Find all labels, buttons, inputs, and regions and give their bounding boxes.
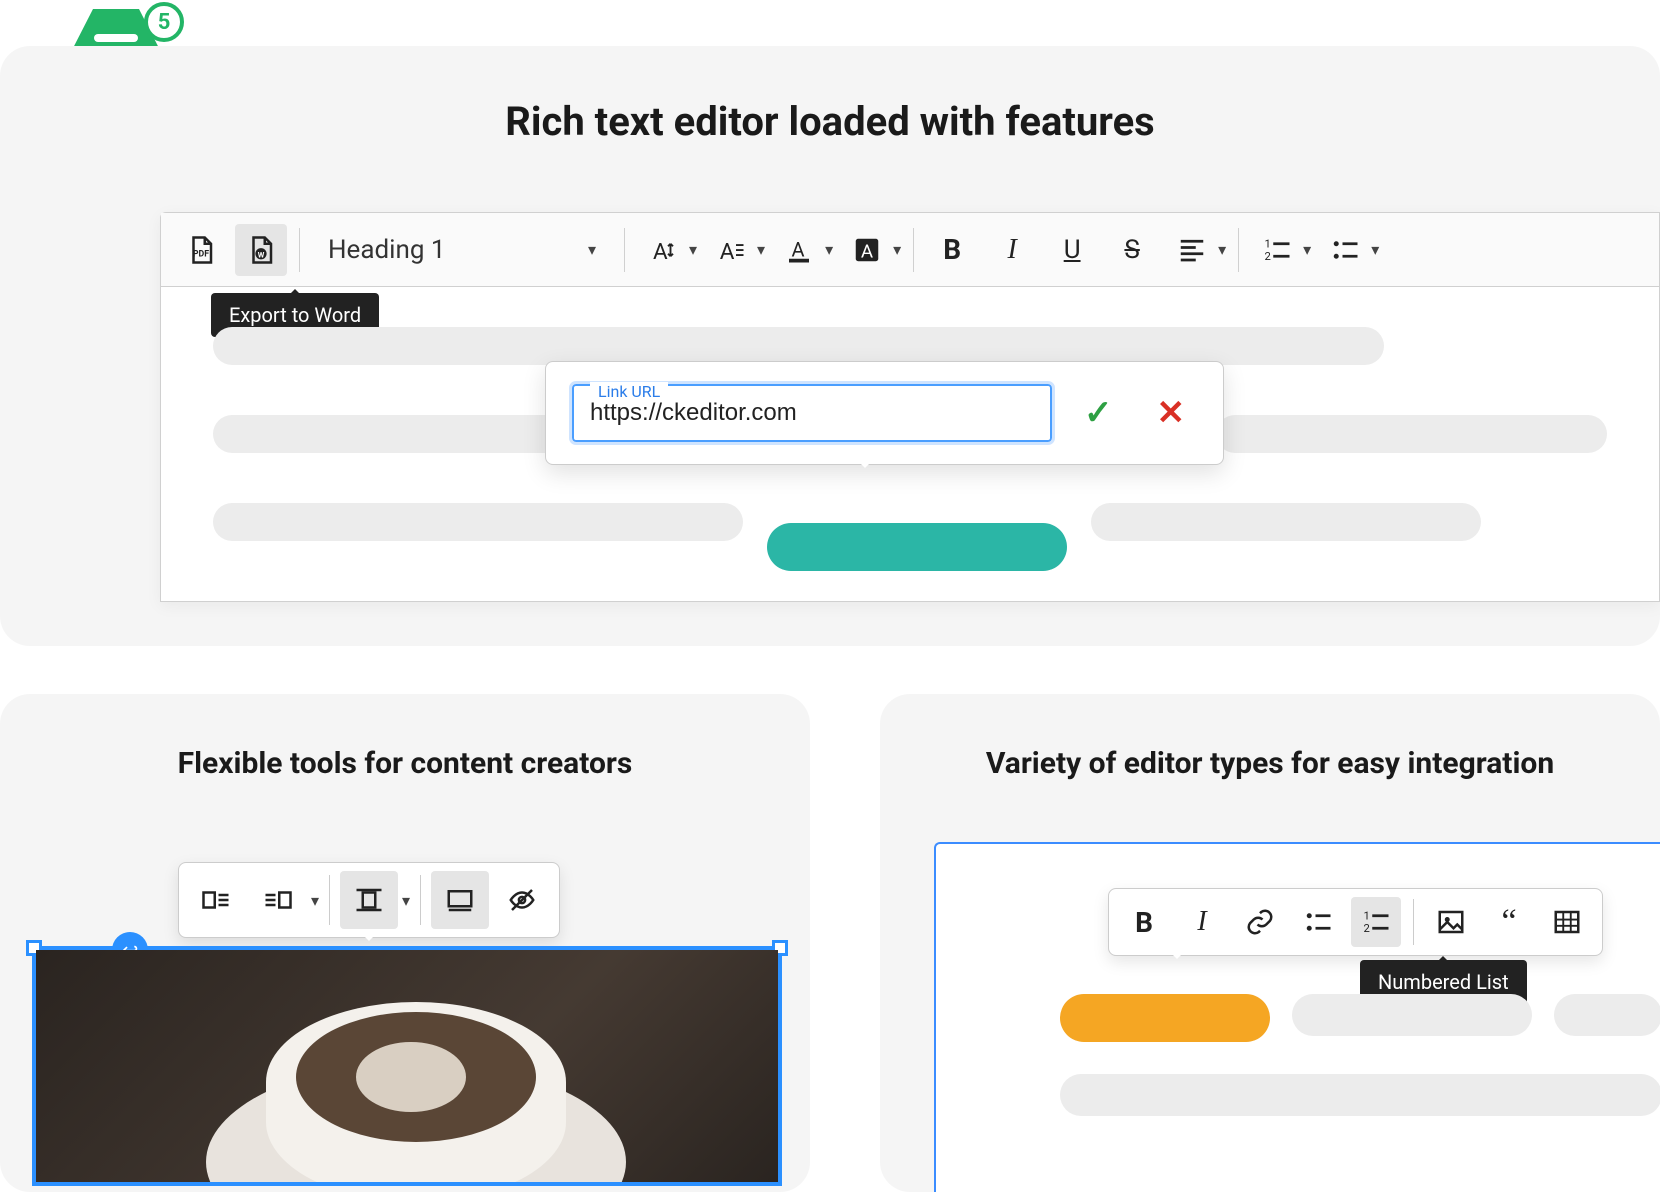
bullet-list-button[interactable] — [1319, 224, 1371, 276]
balloon-toolbar: B I 12 “ — [1108, 888, 1603, 956]
svg-text:1: 1 — [1265, 237, 1271, 250]
skeleton-line — [213, 327, 1384, 365]
pdf-icon: PDF — [186, 235, 216, 265]
full-width-button[interactable] — [431, 871, 489, 929]
eye-off-icon — [507, 885, 537, 915]
right-title: Variety of editor types for easy integra… — [880, 746, 1660, 781]
numbered-list-icon: 12 — [1361, 907, 1391, 937]
skeleton-line — [1091, 503, 1481, 541]
main-title: Rich text editor loaded with features — [0, 98, 1660, 145]
confirm-button[interactable]: ✓ — [1072, 393, 1125, 433]
image-toolbar: ▾ ▾ — [178, 862, 560, 938]
image-placeholder — [36, 950, 778, 1182]
numbered-list-icon: 12 — [1262, 235, 1292, 265]
editor-frame: PDF W Heading 1 ▾ A ▾ A ▾ A ▾ — [160, 212, 1660, 602]
chevron-down-icon[interactable]: ▾ — [402, 891, 410, 910]
chevron-down-icon: ▾ — [893, 240, 901, 259]
image-button[interactable] — [1426, 897, 1476, 947]
chevron-down-icon[interactable]: ▾ — [311, 891, 319, 910]
svg-text:2: 2 — [1364, 922, 1370, 935]
img-align-center-icon — [354, 885, 384, 915]
logo-badge: 5 — [144, 2, 184, 42]
font-size-icon: A — [648, 235, 678, 265]
chevron-down-icon: ▾ — [1303, 240, 1311, 259]
align-icon — [1177, 235, 1207, 265]
chevron-down-icon: ▾ — [588, 240, 596, 259]
chevron-down-icon: ▾ — [825, 240, 833, 259]
editor-content[interactable]: Link URL ✓ ✕ — [161, 287, 1659, 631]
numbered-list-button[interactable]: 12 — [1351, 897, 1401, 947]
svg-text:2: 2 — [1265, 250, 1271, 263]
heading-label: Heading 1 — [328, 235, 445, 265]
svg-text:A: A — [653, 238, 668, 264]
underline-button[interactable]: U — [1046, 224, 1098, 276]
toggle-caption-button[interactable] — [493, 871, 551, 929]
heading-select[interactable]: Heading 1 ▾ — [312, 224, 612, 276]
export-word-button[interactable]: W — [235, 224, 287, 276]
bullet-list-icon — [1303, 907, 1333, 937]
chevron-down-icon: ▾ — [1218, 240, 1226, 259]
svg-text:A: A — [792, 237, 805, 261]
selection-highlight — [1060, 994, 1270, 1042]
font-color-button[interactable]: A — [773, 224, 825, 276]
blockquote-button[interactable]: “ — [1484, 897, 1534, 947]
img-align-right-icon — [263, 885, 293, 915]
image-selection[interactable]: ↩ — [32, 946, 782, 1186]
link-icon — [1245, 907, 1275, 937]
link-target-selection — [767, 523, 1067, 571]
bullet-list-button[interactable] — [1293, 897, 1343, 947]
img-align-left-icon — [201, 885, 231, 915]
align-center-button[interactable] — [340, 871, 398, 929]
link-popover: Link URL ✓ ✕ — [545, 361, 1224, 465]
table-icon — [1552, 907, 1582, 937]
export-pdf-button[interactable]: PDF — [175, 224, 227, 276]
main-toolbar: PDF W Heading 1 ▾ A ▾ A ▾ A ▾ — [161, 213, 1659, 287]
align-button[interactable] — [1166, 224, 1218, 276]
italic-button[interactable]: I — [986, 224, 1038, 276]
link-button[interactable] — [1235, 897, 1285, 947]
bold-button[interactable]: B — [926, 224, 978, 276]
font-family-icon: A — [716, 235, 746, 265]
skeleton-line — [1216, 415, 1607, 453]
font-size-button[interactable]: A — [637, 224, 689, 276]
word-icon: W — [246, 235, 276, 265]
italic-button[interactable]: I — [1177, 897, 1227, 947]
skeleton-line — [1554, 994, 1660, 1036]
chevron-down-icon: ▾ — [757, 240, 765, 259]
font-family-button[interactable]: A — [705, 224, 757, 276]
align-right-button[interactable] — [249, 871, 307, 929]
bold-button[interactable]: B — [1119, 897, 1169, 947]
svg-text:A: A — [861, 240, 873, 262]
cancel-button[interactable]: ✕ — [1145, 393, 1198, 433]
image-icon — [1436, 907, 1466, 937]
numbered-list-button[interactable]: 12 — [1251, 224, 1303, 276]
svg-text:1: 1 — [1364, 910, 1370, 923]
svg-text:PDF: PDF — [193, 249, 209, 259]
svg-text:A: A — [720, 238, 735, 264]
balloon-editor[interactable]: B I 12 “ Numbered List — [934, 842, 1660, 1192]
font-bg-button[interactable]: A — [841, 224, 893, 276]
strike-button[interactable]: S — [1106, 224, 1158, 276]
link-url-label: Link URL — [590, 382, 668, 401]
card-right: Variety of editor types for easy integra… — [880, 694, 1660, 1192]
table-button[interactable] — [1542, 897, 1592, 947]
svg-text:W: W — [258, 250, 265, 259]
img-full-icon — [445, 885, 475, 915]
skeleton-line — [1292, 994, 1532, 1036]
skeleton-line — [213, 503, 743, 541]
skeleton-line — [1060, 1074, 1660, 1116]
bullet-list-icon — [1330, 235, 1360, 265]
chevron-down-icon: ▾ — [689, 240, 697, 259]
card-left: Flexible tools for content creators ▾ ▾ … — [0, 694, 810, 1192]
font-color-icon: A — [784, 235, 814, 265]
chevron-down-icon: ▾ — [1371, 240, 1379, 259]
align-left-button[interactable] — [187, 871, 245, 929]
font-bg-icon: A — [852, 235, 882, 265]
left-title: Flexible tools for content creators — [0, 746, 810, 781]
